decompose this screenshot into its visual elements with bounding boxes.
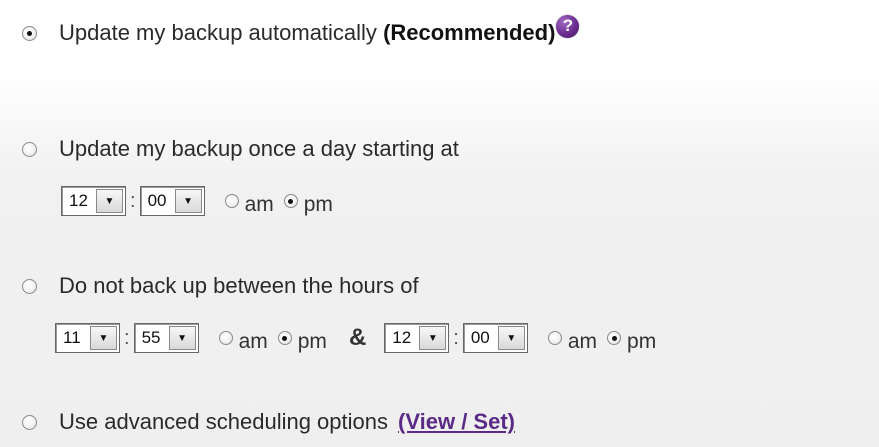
recommended-note: (Recommended) (383, 20, 556, 45)
chevron-down-icon[interactable]: ▼ (419, 326, 447, 350)
chevron-down-icon[interactable]: ▼ (174, 189, 202, 213)
blackout-start-pm-radio[interactable] (277, 331, 292, 345)
daily-hour-select[interactable]: 12 ▼ (61, 186, 126, 216)
chevron-down-icon[interactable]: ▼ (497, 326, 525, 350)
question-mark-icon[interactable]: ? (556, 14, 580, 38)
chevron-down-icon[interactable]: ▼ (90, 326, 117, 350)
blackout-start-hour-select[interactable]: 11 ▼ (55, 323, 120, 353)
blackout-start-minute-select[interactable]: 55 ▼ (133, 323, 199, 353)
blackout-start-am-radio[interactable] (218, 331, 233, 345)
option-blackout-row: Do not back up between the hours of (22, 273, 419, 299)
automatic-radio[interactable] (22, 25, 37, 41)
blackout-label: Do not back up between the hours of (59, 273, 419, 298)
advanced-radio[interactable] (22, 414, 37, 430)
automatic-label: Update my backup automatically (Recommen… (59, 20, 556, 45)
option-advanced-row: Use advanced scheduling options (View / … (22, 409, 515, 435)
blackout-end-hour-select[interactable]: 12 ▼ (384, 323, 450, 353)
daily-am-radio[interactable] (224, 194, 239, 208)
daily-radio[interactable] (22, 141, 37, 157)
blackout-radio[interactable] (22, 278, 37, 294)
daily-label: Update my backup once a day starting at (59, 136, 459, 161)
advanced-label: Use advanced scheduling options (59, 409, 389, 434)
view-set-link[interactable]: (View / Set) (398, 409, 515, 435)
daily-pm-radio[interactable] (283, 194, 298, 208)
daily-minute-select[interactable]: 00 ▼ (139, 186, 205, 216)
option-daily-row: Update my backup once a day starting at (22, 136, 459, 162)
blackout-end-pm-radio[interactable] (607, 331, 622, 345)
chevron-down-icon[interactable]: ▼ (96, 189, 123, 213)
ampersand-separator: & (348, 324, 367, 351)
blackout-end-am-radio[interactable] (547, 331, 562, 345)
option-automatic-row: Update my backup automatically (Recommen… (22, 14, 580, 46)
blackout-end-minute-select[interactable]: 00 ▼ (462, 323, 528, 353)
daily-time-row: 12 ▼ : 00 ▼ am pm (61, 186, 333, 216)
blackout-time-row: 11 ▼ : 55 ▼ am pm & 12 ▼ : 00 ▼ am pm (55, 323, 656, 353)
chevron-down-icon[interactable]: ▼ (168, 326, 196, 350)
